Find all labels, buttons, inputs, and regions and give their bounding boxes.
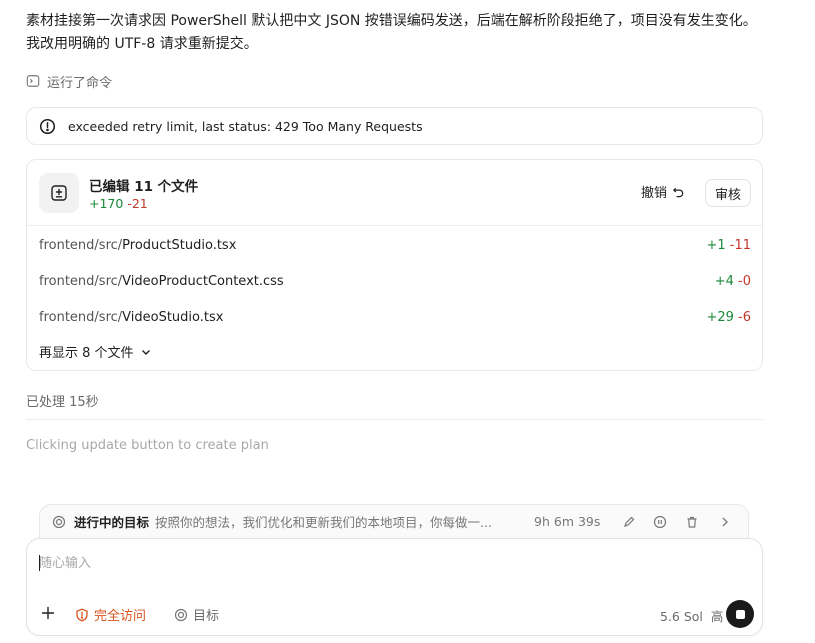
goal-label: 进行中的目标 xyxy=(74,515,150,530)
stop-button[interactable] xyxy=(726,600,754,628)
chevron-down-icon xyxy=(141,349,150,355)
file-diff-icon xyxy=(39,173,79,213)
terminal-icon xyxy=(26,75,40,87)
undo-button[interactable]: 撤销 xyxy=(641,182,685,201)
goal-button-label: 目标 xyxy=(193,609,220,624)
full-access-button[interactable]: 完全访问 xyxy=(75,605,146,624)
assistant-message: 素材挂接第一次请求因 PowerShell 默认把中文 JSON 按错误编码发送… xyxy=(26,13,757,52)
review-button[interactable]: 审核 xyxy=(705,179,751,207)
lines-removed: -21 xyxy=(127,196,148,211)
error-text: exceeded retry limit, last status: 429 T… xyxy=(68,118,423,134)
file-row[interactable]: frontend/src/VideoProductContext.css +4 … xyxy=(39,270,751,292)
show-more-files-button[interactable]: 再显示 8 个文件 xyxy=(39,342,152,361)
file-path: frontend/src/VideoStudio.tsx xyxy=(39,309,224,325)
divider xyxy=(26,419,763,420)
processed-time: 已处理 15秒 xyxy=(26,395,99,410)
file-stats: +4 -0 xyxy=(714,273,751,289)
edited-files-title: 已编辑 11 个文件 xyxy=(89,179,199,195)
target-icon xyxy=(174,608,188,621)
edited-files-header: 已编辑 11 个文件 +170 -21 撤销 审核 xyxy=(27,160,762,226)
file-path: frontend/src/ProductStudio.tsx xyxy=(39,237,237,253)
file-path: frontend/src/VideoProductContext.css xyxy=(39,273,284,289)
goal-elapsed: 9h 6m 39s xyxy=(534,514,601,529)
alert-circle-icon xyxy=(39,118,56,134)
pencil-icon[interactable] xyxy=(622,515,636,529)
full-access-label: 完全访问 xyxy=(94,609,147,624)
active-goal-bar[interactable]: 进行中的目标 按照你的想法，我们优化和更新我们的本地项目，你每做一... 9h … xyxy=(39,504,749,538)
ran-command-toggle[interactable]: 运行了命令 xyxy=(26,72,113,91)
file-row[interactable]: frontend/src/VideoStudio.tsx +29 -6 xyxy=(39,306,751,328)
file-row[interactable]: frontend/src/ProductStudio.tsx +1 -11 xyxy=(39,234,751,256)
model-label: 5.6 Sol xyxy=(660,609,703,624)
pause-icon[interactable] xyxy=(653,515,667,529)
goal-description: 按照你的想法，我们优化和更新我们的本地项目，你每做一... xyxy=(155,515,492,530)
plan-hint: Clicking update button to create plan xyxy=(26,438,269,453)
edited-files-card: 已编辑 11 个文件 +170 -21 撤销 审核 frontend/src/P… xyxy=(26,159,763,371)
show-more-label: 再显示 8 个文件 xyxy=(39,346,134,361)
file-stats: +1 -11 xyxy=(706,237,751,253)
lines-added: +170 xyxy=(89,196,124,211)
plus-icon[interactable] xyxy=(41,606,55,620)
file-stats: +29 -6 xyxy=(706,309,751,325)
composer: 完全访问 目标 5.6 Sol 高 xyxy=(26,538,763,636)
shield-alert-icon xyxy=(76,607,88,621)
effort-label: 高 xyxy=(710,609,724,624)
goal-button[interactable]: 目标 xyxy=(174,605,219,624)
message-input[interactable] xyxy=(39,553,639,573)
error-banner: exceeded retry limit, last status: 429 T… xyxy=(26,107,763,145)
undo-label: 撤销 xyxy=(641,186,668,201)
trash-icon[interactable] xyxy=(685,515,699,529)
ran-command-label: 运行了命令 xyxy=(47,75,113,91)
stop-icon xyxy=(735,609,745,619)
goal-icon xyxy=(52,515,66,528)
undo-icon xyxy=(673,187,684,198)
text-cursor xyxy=(39,555,40,571)
edited-files-stats: +170 -21 xyxy=(89,196,148,211)
chevron-right-icon[interactable] xyxy=(718,515,732,529)
model-selector[interactable]: 5.6 Sol 高 xyxy=(660,606,723,625)
